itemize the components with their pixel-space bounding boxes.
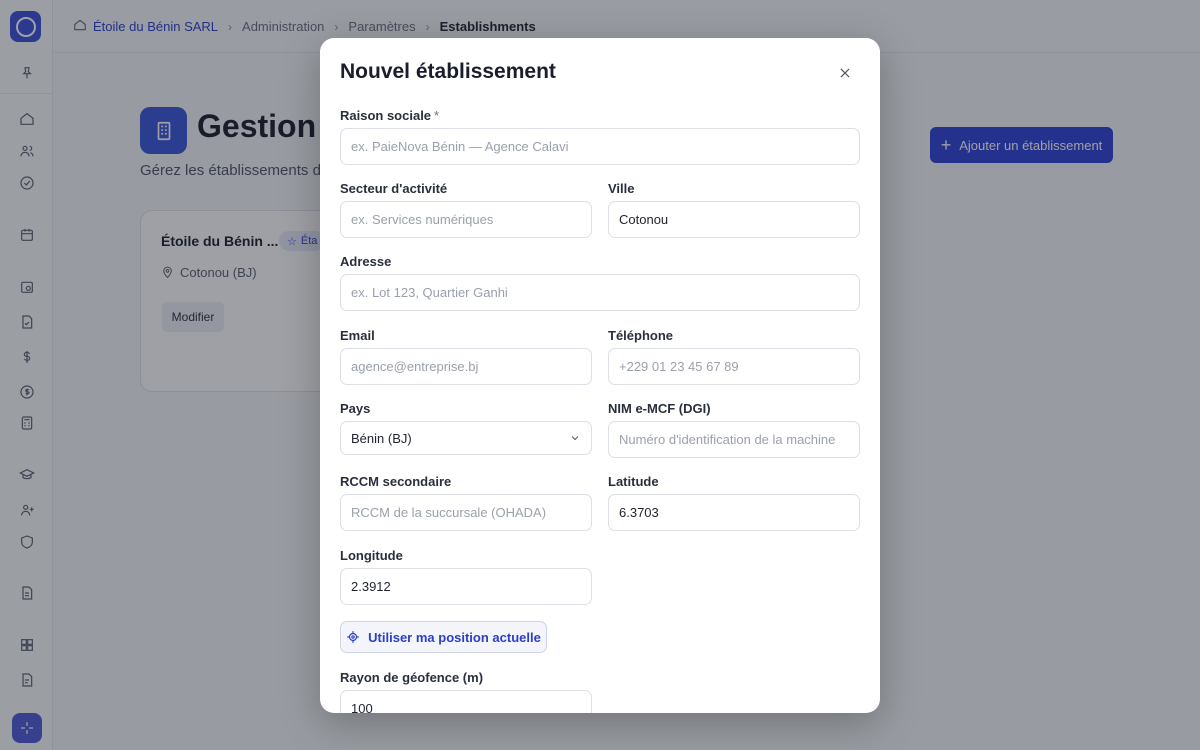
adresse-label: Adresse (340, 254, 392, 269)
ville-label: Ville (608, 181, 635, 196)
adresse-input[interactable] (340, 274, 860, 311)
use-current-position-label: Utiliser ma position actuelle (368, 629, 541, 645)
modal-title: Nouvel établissement (340, 60, 556, 83)
latitude-label: Latitude (608, 474, 659, 489)
rayon-label: Rayon de géofence (m) (340, 670, 484, 685)
raison-sociale-input[interactable] (340, 128, 860, 165)
email-label: Email (340, 328, 375, 343)
latitude-input[interactable] (608, 494, 860, 531)
close-button[interactable] (834, 62, 856, 84)
crosshair-icon (347, 631, 360, 643)
rayon-input[interactable] (340, 690, 592, 713)
rccm-input[interactable] (340, 494, 592, 531)
new-establishment-modal: Nouvel établissement Raison sociale* Sec… (320, 38, 880, 713)
ville-input[interactable] (608, 201, 860, 238)
close-icon (840, 68, 850, 78)
pays-value: Bénin (BJ) (351, 430, 412, 446)
telephone-label: Téléphone (608, 328, 674, 343)
use-current-position-button[interactable]: Utiliser ma position actuelle (340, 621, 547, 653)
secteur-input[interactable] (340, 201, 592, 238)
longitude-label: Longitude (340, 548, 403, 563)
pays-label: Pays (340, 401, 371, 416)
telephone-input[interactable] (608, 348, 860, 385)
secteur-label: Secteur d'activité (340, 181, 448, 196)
email-input[interactable] (340, 348, 592, 385)
nim-label: NIM e-MCF (DGI) (608, 401, 711, 416)
longitude-input[interactable] (340, 568, 592, 605)
chevron-down-icon (571, 436, 579, 441)
pays-select[interactable]: Bénin (BJ) (340, 421, 592, 455)
rccm-label: RCCM secondaire (340, 474, 452, 489)
nim-input[interactable] (608, 421, 860, 458)
raison-sociale-label: Raison sociale * (340, 108, 440, 123)
